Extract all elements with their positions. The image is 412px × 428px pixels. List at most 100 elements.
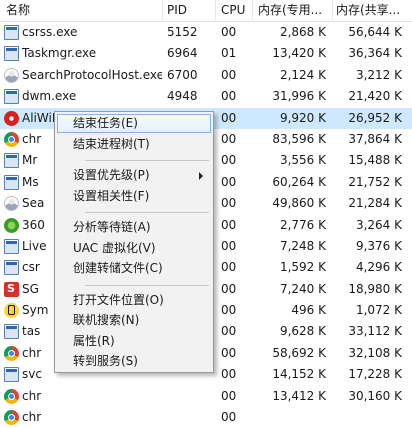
process-cpu: 00 (221, 281, 237, 296)
process-row[interactable]: chr 00 (0, 407, 412, 428)
process-private-memory: 13,420 K (272, 46, 326, 61)
user-icon (4, 196, 19, 212)
column-divider[interactable] (332, 0, 333, 21)
process-shared-memory: 32,108 K (348, 345, 402, 360)
menu-item-label: 分析等待链(A) (73, 220, 151, 234)
menu-item[interactable]: 打开文件位置(O) (57, 291, 211, 310)
column-header-private-memory[interactable]: 内存(专用... (258, 0, 330, 21)
process-cpu: 00 (221, 324, 237, 339)
process-cpu: 00 (221, 217, 237, 232)
task-manager-details: 名称 PID CPU 内存(专用... 内存(共享... csrss.exe 51… (0, 0, 412, 426)
process-row[interactable]: chr 00 13,412 K 30,160 K (0, 386, 412, 407)
generic-window-icon (4, 89, 19, 105)
process-private-memory: 3,556 K (279, 153, 326, 168)
menu-item-label: 设置优先级(P) (73, 168, 150, 182)
process-cpu: 00 (221, 367, 237, 382)
generic-window-icon (4, 46, 19, 62)
process-private-memory: 13,412 K (272, 388, 326, 403)
sym-icon (4, 303, 19, 319)
process-row[interactable]: csrss.exe 5152 00 2,868 K 56,644 K (0, 22, 412, 43)
process-private-memory: 58,692 K (272, 345, 326, 360)
generic-window-icon (4, 260, 19, 276)
process-cpu: 00 (221, 345, 237, 360)
process-shared-memory: 9,376 K (355, 238, 402, 253)
column-header-name[interactable]: 名称 (6, 0, 156, 21)
aliwifi-icon (4, 110, 19, 126)
chrome-icon (4, 388, 19, 404)
process-name: dwm.exe (22, 89, 77, 104)
generic-window-icon (4, 25, 19, 40)
process-cpu: 00 (221, 260, 237, 275)
process-private-memory (254, 407, 326, 428)
process-shared-memory: 56,644 K (348, 25, 402, 39)
generic-window-icon (4, 153, 19, 169)
process-name: csrss.exe (22, 25, 78, 39)
menu-item[interactable]: 结束进程树(T) (57, 135, 211, 154)
generic-window-icon (4, 367, 19, 383)
process-shared-memory: 36,364 K (348, 46, 402, 61)
generic-window-icon (4, 324, 19, 340)
menu-item[interactable]: 创建转储文件(C) (57, 259, 211, 278)
process-shared-memory: 21,284 K (348, 196, 402, 211)
process-private-memory: 60,264 K (272, 174, 326, 189)
process-shared-memory (330, 407, 402, 428)
chrome-icon (4, 410, 19, 426)
process-cpu: 01 (221, 46, 237, 61)
sg-icon (4, 278, 19, 299)
process-shared-memory: 33,112 K (348, 324, 402, 339)
column-divider[interactable] (215, 0, 216, 21)
process-row[interactable]: dwm.exe 4948 00 31,996 K 21,420 K (0, 86, 412, 107)
generic-window-icon (4, 174, 19, 190)
column-header-cpu[interactable]: CPU (221, 0, 251, 21)
menu-item[interactable]: 设置优先级(P) (57, 166, 211, 185)
menu-separator (85, 212, 209, 213)
process-private-memory: 496 K (291, 303, 326, 318)
menu-item[interactable]: 属性(R) (57, 332, 211, 351)
process-private-memory: 9,628 K (279, 324, 326, 339)
column-divider[interactable] (252, 0, 253, 21)
process-cpu: 00 (221, 153, 237, 168)
process-shared-memory: 15,488 K (348, 153, 402, 168)
menu-item[interactable]: 结束任务(E) (57, 114, 211, 133)
process-cpu: 00 (221, 196, 237, 211)
menu-item[interactable]: UAC 虚拟化(V) (57, 239, 211, 258)
process-private-memory: 7,240 K (279, 281, 326, 296)
menu-item[interactable]: 转到服务(S) (57, 352, 211, 371)
process-cpu: 00 (221, 174, 237, 189)
process-name: Taskmgr.exe (22, 46, 97, 61)
process-pid (167, 407, 213, 428)
process-name: SearchProtocolHost.exe (22, 67, 162, 82)
menu-item[interactable]: 联机搜索(N) (57, 311, 211, 330)
chrome-icon (4, 345, 19, 361)
menu-item[interactable]: 分析等待链(A) (57, 218, 211, 237)
process-pid: 6964 (167, 46, 198, 61)
process-private-memory: 7,248 K (279, 238, 326, 253)
process-row[interactable]: SearchProtocolHost.exe 6700 00 2,124 K 3,212… (0, 65, 412, 86)
360-icon (4, 217, 19, 233)
column-divider[interactable] (162, 0, 163, 21)
menu-item[interactable]: 设置相关性(F) (57, 187, 211, 206)
menu-item-label: 联机搜索(N) (73, 313, 140, 327)
user-icon (4, 67, 19, 83)
process-shared-memory: 37,864 K (348, 131, 402, 146)
process-pid: 5152 (167, 25, 198, 39)
process-private-memory: 49,860 K (272, 196, 326, 211)
column-header-pid[interactable]: PID (167, 0, 215, 21)
menu-item-label: 结束进程树(T) (73, 136, 150, 151)
process-cpu: 00 (221, 110, 237, 125)
process-private-memory: 31,996 K (272, 89, 326, 104)
process-shared-memory: 18,980 K (348, 281, 402, 296)
menu-item-label: 结束任务(E) (73, 116, 138, 130)
menu-separator (85, 284, 209, 286)
column-header-bar: 名称 PID CPU 内存(专用... 内存(共享... (0, 0, 412, 22)
menu-item-label: UAC 虚拟化(V) (73, 240, 156, 255)
process-cpu: 00 (221, 303, 237, 318)
process-shared-memory: 1,072 K (355, 303, 402, 318)
process-pid: 6700 (167, 67, 198, 82)
column-header-shared-memory[interactable]: 内存(共享... (336, 0, 412, 21)
process-shared-memory: 3,264 K (355, 217, 402, 232)
process-row[interactable]: Taskmgr.exe 6964 01 13,420 K 36,364 K (0, 43, 412, 64)
process-cpu: 00 (221, 238, 237, 253)
submenu-arrow-icon (199, 172, 203, 180)
process-shared-memory: 21,420 K (348, 89, 402, 104)
